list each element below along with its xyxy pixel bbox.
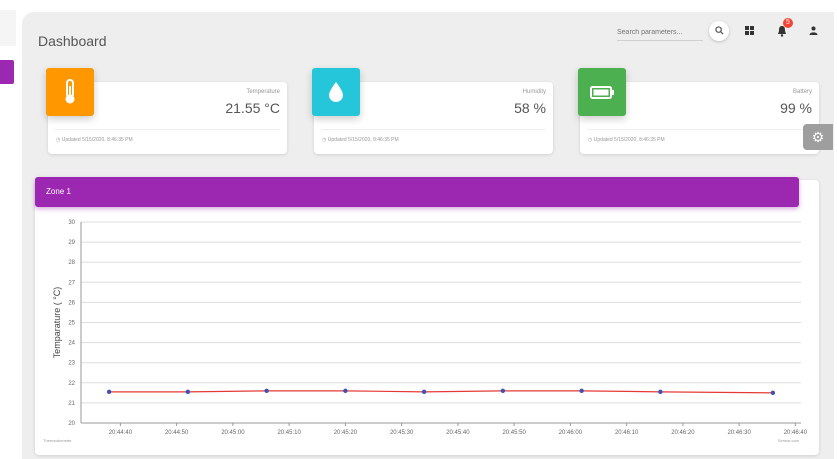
sidebar	[0, 0, 22, 459]
x-tick-label: 20:45:50	[502, 430, 526, 436]
y-tick-label: 23	[68, 361, 75, 367]
x-axis-label-left: Thermodometer	[43, 438, 72, 443]
chart-title: Zone 1	[46, 187, 71, 196]
search-icon	[714, 26, 724, 35]
x-tick-label: 20:44:50	[165, 430, 189, 436]
data-point	[579, 388, 584, 394]
data-point	[343, 388, 348, 394]
card-label: Temperature	[246, 89, 280, 95]
card-updated-text: Updated 5/15/2020, 8:46:35 PM	[327, 137, 399, 143]
battery-card: Battery 99 % ◷ Updated 5/15/2020, 8:46:3…	[578, 68, 819, 154]
data-point	[421, 389, 427, 395]
card-label: Battery	[792, 89, 812, 95]
y-tick-label: 24	[68, 341, 75, 347]
card-icon-box	[578, 68, 626, 116]
y-tick-label: 21	[68, 401, 75, 407]
sidebar-item-active[interactable]	[0, 60, 14, 84]
notification-badge: 5	[783, 18, 793, 28]
apps-icon	[744, 26, 754, 35]
y-tick-label: 28	[68, 260, 75, 266]
y-tick-label: 25	[68, 321, 75, 327]
x-tick-label: 20:46:10	[615, 430, 639, 436]
x-axis-label-right: Sensor.com	[778, 438, 800, 443]
y-axis-label: Temparature ( °C)	[52, 287, 62, 359]
x-tick-label: 20:44:40	[109, 430, 133, 436]
temperature-card: Temperature 21.55 °C ◷ Updated 5/15/2020…	[46, 68, 287, 154]
sidebar-item[interactable]	[0, 10, 16, 46]
y-tick-label: 27	[68, 280, 75, 286]
water-drop-icon	[329, 82, 343, 102]
card-footer: ◷ Updated 5/15/2020, 8:46:35 PM	[56, 137, 133, 143]
data-point	[185, 389, 191, 395]
card-icon-box	[312, 68, 360, 116]
card-footer: ◷ Updated 5/15/2020, 8:46:35 PM	[588, 137, 665, 143]
y-tick-label: 26	[68, 300, 75, 306]
search-button[interactable]	[709, 21, 729, 41]
settings-button[interactable]: ⚙	[803, 124, 833, 150]
x-tick-label: 20:46:00	[559, 430, 583, 436]
y-tick-label: 22	[68, 381, 75, 387]
apps-button[interactable]	[741, 23, 757, 39]
temperature-chart: 30 29 28 27 26 25 24 23 22 21 20 20:44:40 20:44:50 20…	[43, 220, 807, 443]
x-tick-label: 20:45:10	[277, 430, 301, 436]
data-point	[500, 388, 506, 394]
card-value: 99 %	[780, 100, 812, 116]
gear-icon: ⚙	[811, 129, 825, 145]
y-tick-label: 29	[68, 240, 75, 246]
search-input[interactable]	[617, 24, 703, 41]
card-updated-text: Updated 5/15/2020, 8:46:35 PM	[61, 137, 133, 143]
card-updated-text: Updated 5/15/2020, 8:46:35 PM	[593, 137, 665, 143]
divider	[321, 129, 546, 130]
x-tick-label: 20:46:40	[784, 430, 807, 436]
y-tick-label: 20	[68, 421, 75, 427]
x-tick-label: 20:45:40	[446, 430, 470, 436]
data-point	[658, 389, 663, 395]
y-tick-label: 30	[68, 220, 75, 226]
main-content: Dashboard 5	[22, 12, 834, 459]
card-value: 58 %	[514, 100, 546, 116]
data-point	[264, 388, 269, 394]
x-tick-label: 20:45:20	[334, 430, 358, 436]
x-tick-label: 20:46:30	[727, 430, 751, 436]
user-button[interactable]	[805, 23, 821, 39]
card-label: Humidity	[522, 89, 546, 95]
data-point	[770, 390, 776, 396]
divider	[587, 129, 812, 130]
series-line	[109, 390, 773, 394]
divider	[55, 129, 280, 130]
card-footer: ◷ Updated 5/15/2020, 8:46:35 PM	[322, 137, 399, 143]
data-point	[106, 389, 112, 395]
x-tick-label: 20:45:30	[390, 430, 414, 436]
card-icon-box	[46, 68, 94, 116]
user-icon	[809, 26, 817, 35]
battery-icon	[590, 86, 614, 99]
card-value: 21.55 °C	[225, 100, 280, 116]
x-tick-label: 20:46:20	[671, 430, 695, 436]
thermometer-icon	[65, 79, 75, 104]
x-tick-label: 20:45:00	[221, 430, 245, 436]
humidity-card: Humidity 58 % ◷ Updated 5/15/2020, 8:46:…	[312, 68, 553, 154]
chart-header: Zone 1	[35, 177, 799, 207]
page-title: Dashboard	[38, 33, 107, 49]
